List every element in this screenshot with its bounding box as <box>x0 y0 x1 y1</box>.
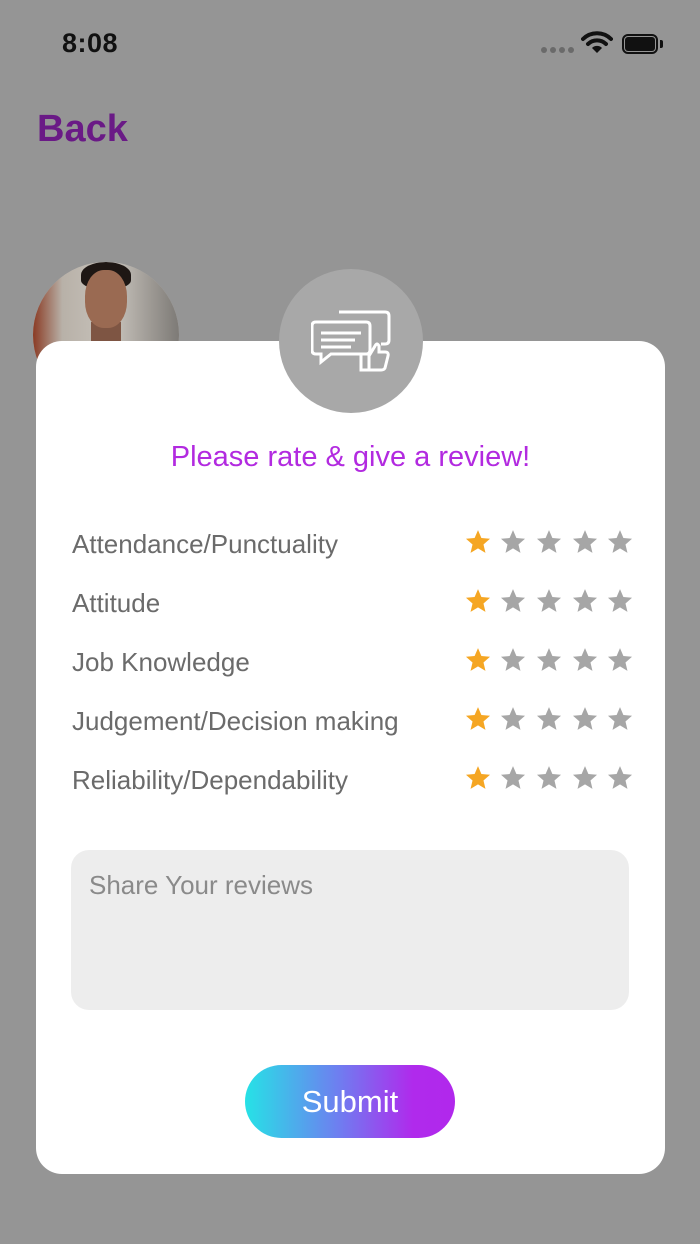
rating-row: Job Knowledge <box>72 643 633 683</box>
star-icon[interactable] <box>531 584 567 618</box>
star-icon[interactable] <box>460 643 496 677</box>
submit-button[interactable]: Submit <box>245 1065 455 1138</box>
star-icon[interactable] <box>531 702 567 736</box>
review-thumbs-up-icon <box>311 310 391 372</box>
star-icon[interactable] <box>460 761 496 795</box>
rating-label: Attitude <box>72 588 161 618</box>
back-button[interactable]: Back <box>37 108 128 151</box>
star-icon[interactable] <box>460 702 496 736</box>
star-icon[interactable] <box>496 584 532 618</box>
status-time: 8:08 <box>62 28 119 58</box>
rating-row: Judgement/Decision making <box>72 702 633 742</box>
wifi-icon <box>581 31 613 60</box>
star-icon[interactable] <box>531 761 567 795</box>
cellular-signal-icon <box>541 47 575 55</box>
star-icon[interactable] <box>567 643 603 677</box>
star-icon[interactable] <box>567 525 603 559</box>
star-icon[interactable] <box>602 643 638 677</box>
star-icon[interactable] <box>496 643 532 677</box>
star-icon[interactable] <box>531 525 567 559</box>
star-icon[interactable] <box>496 761 532 795</box>
star-icon[interactable] <box>602 702 638 736</box>
star-icon[interactable] <box>602 584 638 618</box>
review-input[interactable] <box>71 850 629 1010</box>
rating-label: Attendance/Punctuality <box>72 529 338 559</box>
star-icon[interactable] <box>460 584 496 618</box>
star-icon[interactable] <box>460 525 496 559</box>
battery-icon <box>622 34 663 54</box>
star-rating[interactable] <box>460 702 638 736</box>
star-icon[interactable] <box>567 584 603 618</box>
star-icon[interactable] <box>496 702 532 736</box>
star-rating[interactable] <box>460 525 638 559</box>
rating-row: Reliability/Dependability <box>72 761 633 801</box>
star-icon[interactable] <box>602 761 638 795</box>
star-rating[interactable] <box>460 643 638 677</box>
star-icon[interactable] <box>496 525 532 559</box>
dialog-title: Please rate & give a review! <box>170 441 531 473</box>
rating-label: Judgement/Decision making <box>72 706 399 736</box>
star-icon[interactable] <box>567 702 603 736</box>
star-icon[interactable] <box>567 761 603 795</box>
star-rating[interactable] <box>460 584 638 618</box>
rating-row: Attendance/Punctuality <box>72 525 633 565</box>
rating-row: Attitude <box>72 584 633 624</box>
star-icon[interactable] <box>531 643 567 677</box>
status-bar: 8:08 <box>0 0 700 90</box>
rating-label: Job Knowledge <box>72 647 250 677</box>
star-rating[interactable] <box>460 761 638 795</box>
star-icon[interactable] <box>602 525 638 559</box>
review-badge <box>279 269 423 413</box>
rating-label: Reliability/Dependability <box>72 765 349 795</box>
